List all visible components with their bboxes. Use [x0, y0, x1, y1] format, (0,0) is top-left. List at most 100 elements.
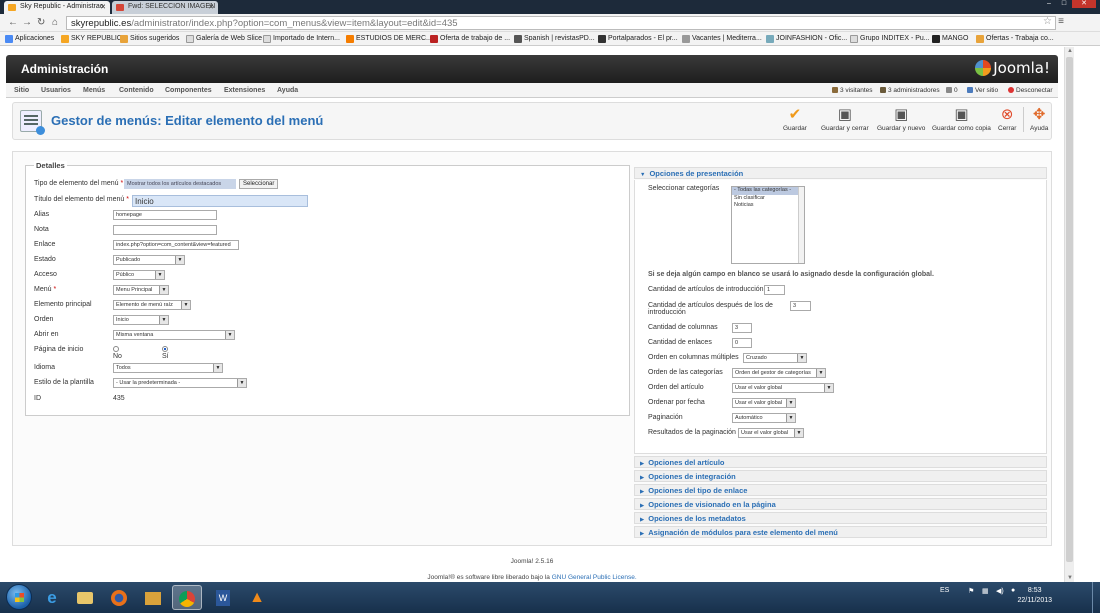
- panel-link-type-options[interactable]: ▶ Opciones del tipo de enlace: [634, 484, 1047, 496]
- messages-count[interactable]: 0: [946, 87, 958, 94]
- close-button[interactable]: ⊗ Cerrar: [998, 107, 1016, 133]
- page-scrollbar[interactable]: ▲ ▼: [1064, 47, 1074, 582]
- bookmark-star-icon[interactable]: ☆: [1043, 16, 1052, 27]
- menu-icon[interactable]: ≡: [1058, 16, 1064, 27]
- intro-count-input[interactable]: 1: [764, 285, 785, 295]
- columns-input[interactable]: 3: [732, 323, 752, 333]
- reload-icon[interactable]: ↻: [37, 17, 45, 28]
- menu-select[interactable]: Menu Principal ▼: [113, 285, 169, 295]
- scroll-down-icon[interactable]: ▼: [1067, 575, 1073, 581]
- panel-article-options[interactable]: ▶ Opciones del artículo: [634, 456, 1047, 468]
- firefox-icon[interactable]: [104, 585, 134, 610]
- bookmark-item[interactable]: Oferta de trabajo de ...: [430, 35, 510, 43]
- list-item[interactable]: Noticias: [732, 202, 804, 210]
- multi-column-select[interactable]: Cruzado ▼: [743, 353, 807, 363]
- open-in-select[interactable]: Misma ventana ▼: [113, 330, 235, 340]
- menu-contenido[interactable]: Contenido: [119, 87, 154, 94]
- template-style-select[interactable]: - Usar la predeterminada - ▼: [113, 378, 247, 388]
- list-item[interactable]: - Todas las categorías -: [732, 187, 804, 195]
- category-order-select[interactable]: Orden del gestor de categorías ▼: [732, 368, 826, 378]
- bookmark-item[interactable]: Sitios sugeridos: [120, 35, 179, 43]
- home-icon[interactable]: ⌂: [52, 17, 58, 28]
- chrome-icon[interactable]: [172, 585, 202, 610]
- bookmark-item[interactable]: Spanish | revistasPD...: [514, 35, 595, 43]
- menu-menus[interactable]: Menús: [83, 87, 105, 94]
- explorer-folder-icon[interactable]: [70, 585, 100, 610]
- scroll-up-icon[interactable]: ▲: [1067, 48, 1073, 54]
- network-icon[interactable]: ▦: [982, 587, 989, 595]
- bookmark-item[interactable]: MANGO: [932, 35, 968, 43]
- date-order-select[interactable]: Usar el valor global ▼: [732, 398, 796, 408]
- help-button[interactable]: ✥ Ayuda: [1023, 107, 1048, 132]
- close-tab-icon[interactable]: ✕: [208, 3, 214, 11]
- url-input[interactable]: skyrepublic.es/administrator/index.php?o…: [66, 16, 1056, 30]
- pagination-select[interactable]: Automático ▼: [732, 413, 796, 423]
- logout-link[interactable]: Desconectar: [1008, 87, 1053, 94]
- volume-icon[interactable]: ◀): [996, 587, 1004, 595]
- links-input[interactable]: 0: [732, 338, 752, 348]
- status-select[interactable]: Publicado ▼: [113, 255, 185, 265]
- alias-input[interactable]: homepage: [113, 210, 217, 220]
- bookmark-apps[interactable]: Aplicaciones: [5, 35, 54, 43]
- access-select[interactable]: Público ▼: [113, 270, 165, 280]
- word-icon[interactable]: W: [208, 585, 238, 610]
- scroll-thumb[interactable]: [1066, 57, 1073, 562]
- start-button[interactable]: [6, 584, 32, 610]
- panel-module-assignment[interactable]: ▶ Asignación de módulos para este element…: [634, 526, 1047, 538]
- panel-metadata-options[interactable]: ▶ Opciones de los metadatos: [634, 512, 1047, 524]
- bookmark-item[interactable]: Galería de Web Slice: [186, 35, 262, 43]
- after-intro-input[interactable]: 3: [790, 301, 811, 311]
- menu-ayuda[interactable]: Ayuda: [277, 87, 298, 94]
- tab-sky-republic[interactable]: Sky Republic - Administrac ✕: [4, 1, 110, 14]
- select-type-button[interactable]: Seleccionar: [239, 179, 279, 189]
- panel-integration-options[interactable]: ▶ Opciones de integración: [634, 470, 1047, 482]
- save-close-button[interactable]: ▣ Guardar y cerrar: [821, 107, 869, 133]
- gpl-link[interactable]: GNU General Public License.: [552, 574, 637, 581]
- vlc-icon[interactable]: ▲: [242, 585, 272, 610]
- system-clock[interactable]: 8:53 22/11/2013: [1017, 586, 1052, 606]
- panel-presentation-options[interactable]: ▼ Opciones de presentación: [634, 167, 1047, 179]
- listbox-scrollbar[interactable]: [798, 187, 804, 263]
- panel-page-display-options[interactable]: ▶ Opciones de visionado en la página: [634, 498, 1047, 510]
- tab-gmail[interactable]: Fwd: SELECCION IMAGEN ✕: [112, 1, 218, 14]
- view-site-link[interactable]: Ver sitio: [967, 87, 998, 94]
- bookmark-item[interactable]: Portalparados - El pr...: [598, 35, 678, 43]
- save-copy-button[interactable]: ▣ Guardar como copia: [932, 107, 991, 133]
- forward-icon[interactable]: →: [22, 17, 32, 28]
- action-center-flag-icon[interactable]: ⚑: [968, 587, 974, 595]
- bookmark-item[interactable]: ESTUDIOS DE MERC...: [346, 35, 432, 43]
- menu-componentes[interactable]: Componentes: [165, 87, 212, 94]
- order-select[interactable]: Inicio ▼: [113, 315, 169, 325]
- article-order-select[interactable]: Usar el valor global ▼: [732, 383, 834, 393]
- show-desktop-button[interactable]: [1092, 582, 1100, 613]
- internet-explorer-icon[interactable]: e: [37, 585, 67, 610]
- language-indicator[interactable]: ES: [940, 587, 949, 594]
- language-select[interactable]: Todos ▼: [113, 363, 223, 373]
- bookmark-item[interactable]: Importado de Intern...: [263, 35, 340, 43]
- bookmark-item[interactable]: Grupo INDITEX - Pu...: [850, 35, 930, 43]
- save-button[interactable]: ✔ Guardar: [783, 107, 807, 133]
- menu-usuarios[interactable]: Usuarios: [41, 87, 71, 94]
- home-no-radio[interactable]: No: [113, 346, 122, 360]
- media-player-icon[interactable]: [138, 585, 168, 610]
- back-icon[interactable]: ←: [8, 17, 18, 28]
- minimize-icon[interactable]: –: [1042, 0, 1056, 8]
- bookmark-item[interactable]: JOINFASHION - Ofic...: [766, 35, 847, 43]
- menu-extensiones[interactable]: Extensiones: [224, 87, 265, 94]
- categories-listbox[interactable]: - Todas las categorías - Sin clasificar …: [731, 186, 805, 264]
- maximize-icon[interactable]: □: [1057, 0, 1071, 8]
- close-window-icon[interactable]: ✕: [1072, 0, 1096, 8]
- pagination-results-select[interactable]: Usar el valor global ▼: [738, 428, 804, 438]
- close-tab-icon[interactable]: ✕: [100, 3, 106, 11]
- bookmark-item[interactable]: SKY REPUBLIC: [61, 35, 122, 43]
- note-input[interactable]: [113, 225, 217, 235]
- parent-select[interactable]: Elemento de menú raíz ▼: [113, 300, 191, 310]
- bookmark-item[interactable]: Vacantes | Mediterra...: [682, 35, 762, 43]
- bookmark-item[interactable]: Ofertas - Trabaja co...: [976, 35, 1054, 43]
- list-item[interactable]: Sin clasificar: [732, 195, 804, 203]
- menu-sitio[interactable]: Sitio: [14, 87, 29, 94]
- save-new-button[interactable]: ▣ Guardar y nuevo: [877, 107, 925, 133]
- tray-app-icon[interactable]: ●: [1011, 587, 1015, 594]
- home-yes-radio[interactable]: Sí: [162, 346, 171, 360]
- title-input[interactable]: Inicio: [132, 195, 308, 207]
